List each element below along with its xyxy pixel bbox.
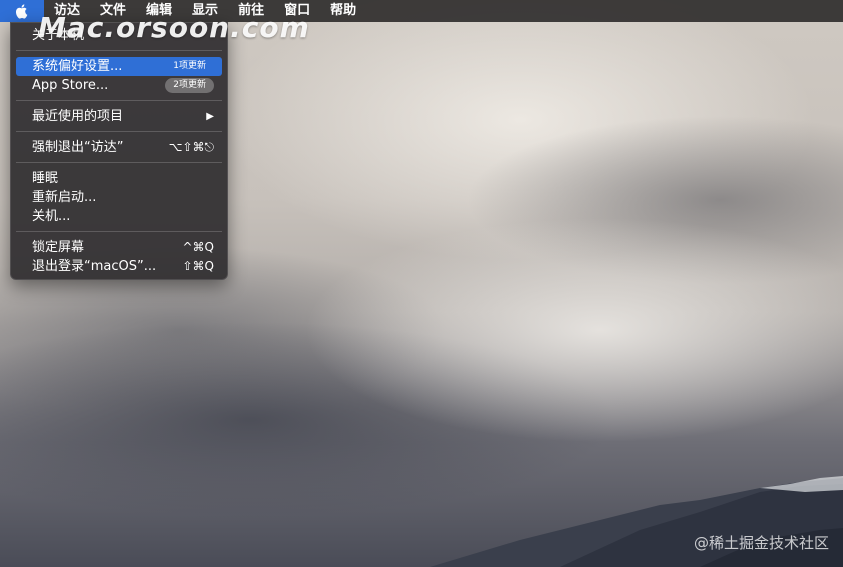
menu-separator (16, 50, 222, 51)
menu-item-force-quit[interactable]: 强制退出“访达” ⌥⇧⌘⎋ (16, 138, 222, 157)
menu-item-app-store[interactable]: App Store... 2项更新 (16, 76, 222, 95)
menu-item-logout[interactable]: 退出登录“macOS”... ⇧⌘Q (16, 257, 222, 276)
watermark-source: @稀土掘金技术社区 (693, 534, 829, 552)
apple-menu-dropdown: 关于本机 系统偏好设置... 1项更新 App Store... 2项更新 最近… (10, 22, 228, 280)
menu-separator (16, 162, 222, 163)
menu-separator (16, 131, 222, 132)
shortcut-label: ^⌘Q (182, 240, 215, 254)
menu-item-recent-items-label: 最近使用的项目 (32, 109, 124, 124)
menu-item-system-preferences-label: 系统偏好设置... (32, 59, 123, 74)
menu-item-shutdown-label: 关机... (32, 209, 71, 224)
menu-item-lock-screen-label: 锁定屏幕 (32, 240, 85, 255)
menu-separator (16, 100, 222, 101)
menu-item-recent-items[interactable]: 最近使用的项目 ▶ (16, 107, 222, 126)
menu-help[interactable]: 帮助 (320, 0, 366, 22)
menu-item-sleep-label: 睡眠 (32, 171, 59, 186)
shortcut-label: ⌥⇧⌘⎋ (168, 140, 214, 154)
menu-item-app-store-label: App Store... (32, 78, 109, 93)
shortcut-label: ⇧⌘Q (182, 259, 215, 273)
menu-item-system-preferences[interactable]: 系统偏好设置... 1项更新 (16, 57, 222, 76)
menu-item-sleep[interactable]: 睡眠 (16, 169, 222, 188)
menu-item-restart-label: 重新启动... (32, 190, 97, 205)
update-badge: 1项更新 (173, 61, 206, 71)
watermark-site: Mac.orsoon.com (38, 11, 310, 44)
update-badge: 2项更新 (165, 78, 214, 93)
menu-item-lock-screen[interactable]: 锁定屏幕 ^⌘Q (16, 238, 222, 257)
submenu-arrow-icon: ▶ (206, 111, 214, 122)
apple-logo-icon (15, 4, 28, 19)
menu-item-shutdown[interactable]: 关机... (16, 207, 222, 226)
menu-item-logout-label: 退出登录“macOS”... (32, 259, 157, 274)
menu-separator (16, 231, 222, 232)
menu-item-force-quit-label: 强制退出“访达” (32, 140, 124, 155)
menu-item-restart[interactable]: 重新启动... (16, 188, 222, 207)
